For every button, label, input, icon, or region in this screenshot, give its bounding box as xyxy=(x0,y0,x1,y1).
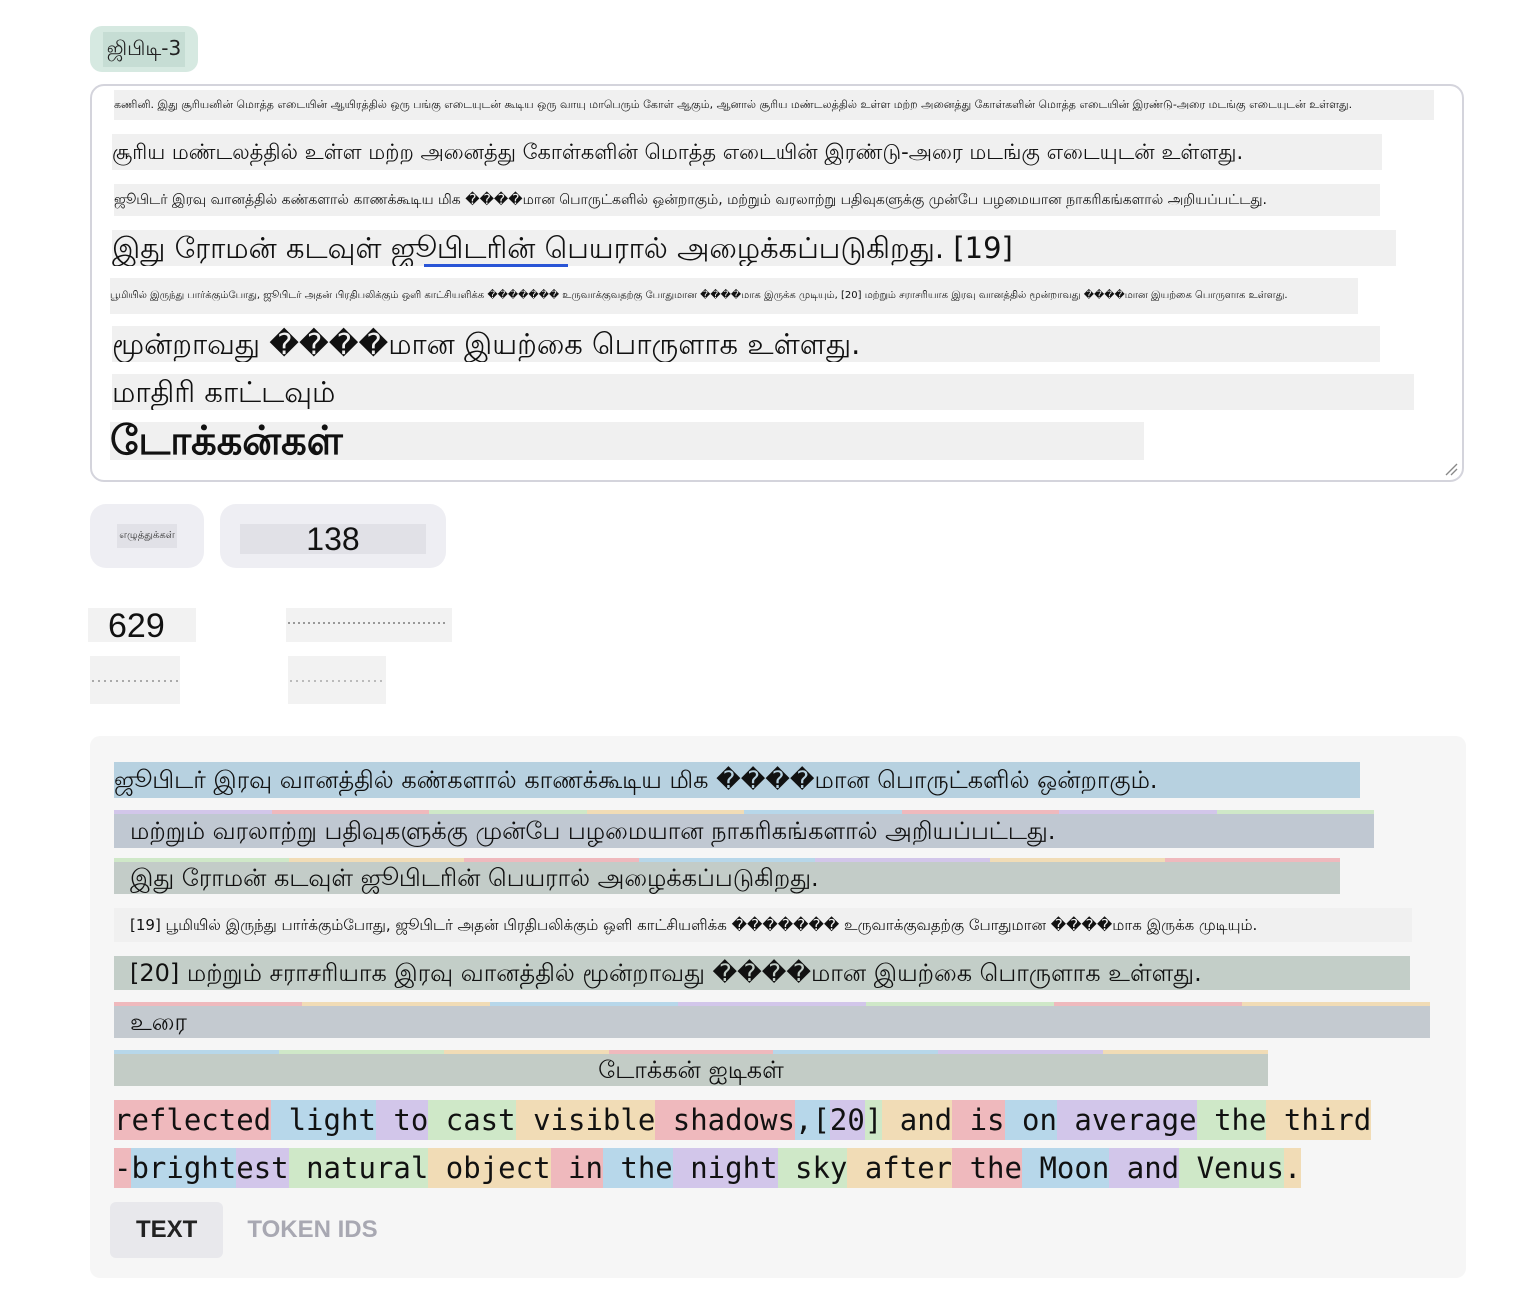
editor-line: மாதிரி காட்டவும் xyxy=(112,374,1414,410)
token-chip: 20 xyxy=(829,1100,865,1140)
token-chip: object xyxy=(428,1148,551,1188)
tab-text[interactable]: TEXT xyxy=(110,1202,224,1258)
token-chip: shadows xyxy=(655,1100,795,1140)
token-text-line: இது ரோமன் கடவுள் ஜூபிடரின் பெயரால் அழைக்… xyxy=(114,862,1340,894)
editor-line: இது ரோமன் கடவுள் ஜூபிடரின் பெயரால் அழைக்… xyxy=(112,230,1396,266)
prompt-textarea[interactable]: கணினி. இது சூரியனின் மொத்த எடையின் ஆயிரத… xyxy=(90,84,1464,482)
token-chip: sky xyxy=(777,1148,848,1188)
token-text-line: [19] பூமியில் இருந்து பார்க்கும்போது, ஜூ… xyxy=(114,908,1412,942)
token-text-line: ஜூபிடர் இரவு வானத்தில் கண்களால் காணக்கூட… xyxy=(114,762,1360,798)
token-row: reflected light to cast visible shadows,… xyxy=(114,1100,1372,1140)
token-chip: - xyxy=(114,1148,132,1188)
token-text-line: மற்றும் வரலாற்று பதிவுகளுக்கு முன்பே பழம… xyxy=(114,814,1374,848)
token-chip: in xyxy=(550,1148,603,1188)
token-text-line: டோக்கன் ஐடிகள் xyxy=(114,1054,1268,1086)
characters-label: எழுத்துக்கள் xyxy=(117,524,177,548)
token-chip: third xyxy=(1266,1100,1372,1140)
token-chip: average xyxy=(1056,1100,1197,1140)
token-chip: the xyxy=(1196,1100,1267,1140)
token-chip: after xyxy=(847,1148,953,1188)
editor-line: மூன்றாவது ����மான இயற்கை பொருளாக உள்ளது. xyxy=(112,326,1380,362)
blurred-caption xyxy=(288,656,386,704)
token-chip: to xyxy=(375,1100,429,1140)
token-chip: ] xyxy=(864,1100,883,1140)
token-chip: cast xyxy=(428,1100,516,1140)
token-chip: the xyxy=(952,1148,1022,1188)
blurred-caption xyxy=(286,608,452,642)
token-chip: night xyxy=(672,1148,778,1188)
blurred-caption xyxy=(90,656,180,704)
token-row: - bright est natural object in the night s… xyxy=(114,1148,1302,1188)
character-count-value: 629 xyxy=(88,608,196,642)
token-text-line: உரை xyxy=(114,1006,1430,1038)
token-chip: est xyxy=(236,1148,289,1188)
token-chip: is xyxy=(952,1100,1005,1140)
editor-line: ஜூபிடர் இரவு வானத்தில் கண்களால் காணக்கூட… xyxy=(114,184,1380,216)
token-chip: ,[ xyxy=(794,1100,830,1140)
token-count-value: 138 xyxy=(240,523,426,555)
token-chip: and xyxy=(882,1100,953,1140)
resize-handle-icon[interactable] xyxy=(1444,462,1458,476)
token-chip: the xyxy=(602,1148,673,1188)
view-tabs: TEXT TOKEN IDS xyxy=(110,1202,404,1258)
token-count-box: 138 xyxy=(220,504,446,568)
link-underline xyxy=(424,264,568,267)
token-chip: Moon xyxy=(1021,1148,1110,1188)
token-chip: and xyxy=(1109,1148,1180,1188)
token-chip: visible xyxy=(515,1100,656,1140)
characters-label-box: எழுத்துக்கள் xyxy=(90,504,204,568)
editor-line: சூரிய மண்டலத்தில் உள்ள மற்ற அனைத்து கோள்… xyxy=(112,134,1382,170)
token-chip: . xyxy=(1283,1148,1302,1188)
editor-line: டோக்கன்கள் xyxy=(110,422,1144,460)
token-text-line: [20] மற்றும் சராசரியாக இரவு வானத்தில் மூ… xyxy=(114,956,1410,990)
tab-token-ids[interactable]: TOKEN IDS xyxy=(223,1202,403,1258)
editor-line: பூமியில் இருந்து பார்க்கும்போது, ஜூபிடர்… xyxy=(110,278,1358,314)
token-chip: Venus xyxy=(1179,1148,1284,1188)
token-chip: light xyxy=(271,1100,376,1140)
token-chip: natural xyxy=(288,1148,429,1188)
token-chip: reflected xyxy=(114,1100,272,1140)
model-badge[interactable]: ஜிபிடி-3 xyxy=(90,26,198,72)
model-badge-label: ஜிபிடி-3 xyxy=(102,31,186,67)
token-chip: on xyxy=(1004,1100,1057,1140)
token-chip: bright xyxy=(131,1148,237,1188)
editor-line: கணினி. இது சூரியனின் மொத்த எடையின் ஆயிரத… xyxy=(114,90,1434,120)
